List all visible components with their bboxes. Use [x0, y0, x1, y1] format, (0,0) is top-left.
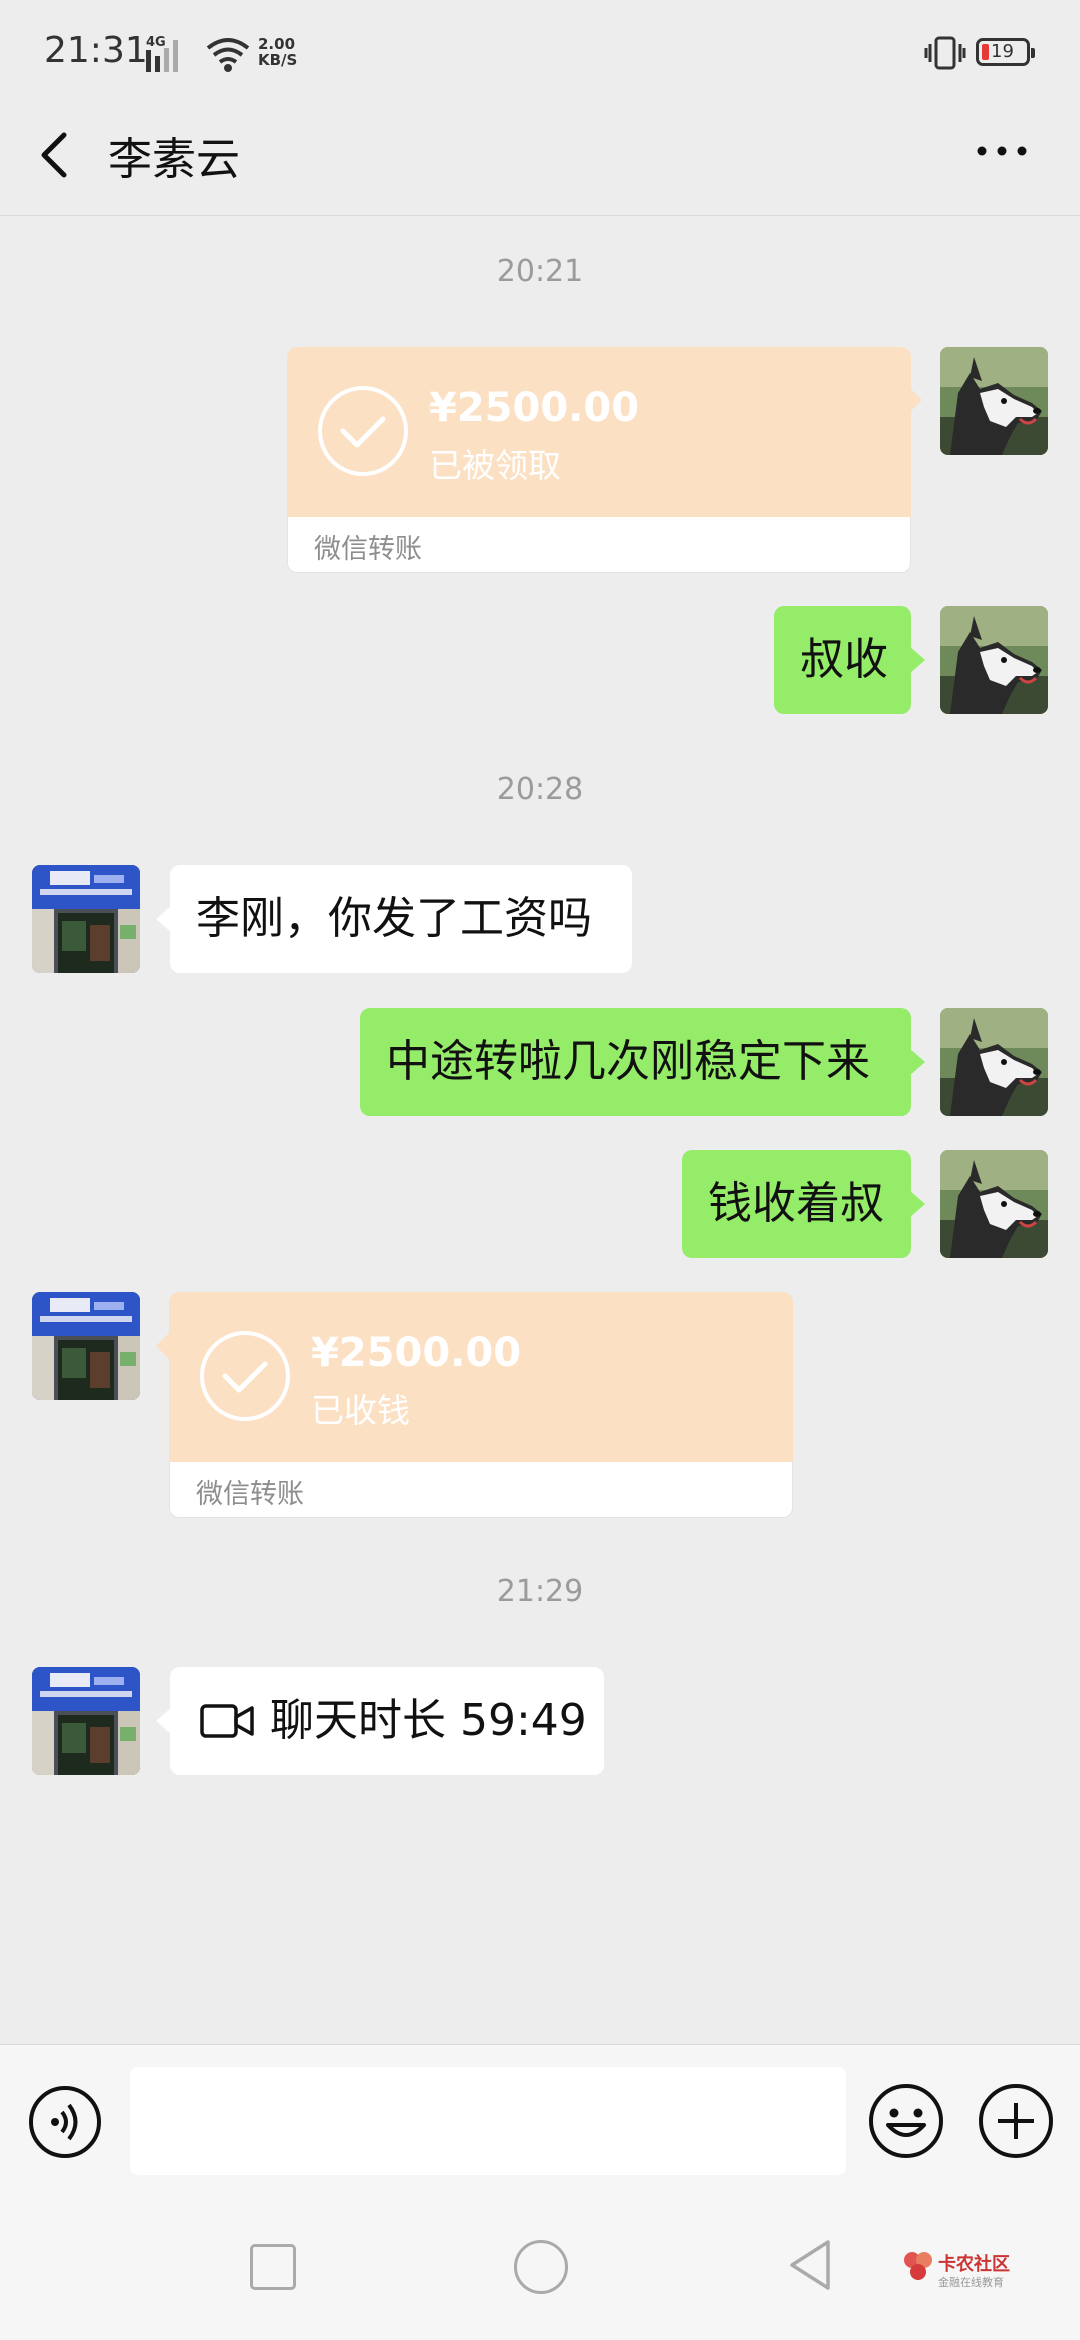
transfer-amount: ¥2500.00 [311, 1330, 522, 1376]
message-bubble-sent[interactable]: 叔收 [774, 606, 925, 714]
message-bubble-received[interactable]: 李刚，你发了工资吗 [156, 865, 632, 973]
transfer-card[interactable]: ¥2500.00 已被领取 微信转账 [287, 347, 911, 573]
system-nav-bar: 卡农社区 金融在线教育 [0, 2194, 1080, 2340]
input-bar [0, 2044, 1080, 2195]
avatar[interactable] [940, 1008, 1048, 1116]
network-type-label: 4G [146, 35, 166, 50]
video-camera-icon [200, 1704, 254, 1738]
status-bar: 21:31 4G 2.00 KB/S 19 [0, 0, 1080, 105]
avatar[interactable] [32, 865, 140, 973]
emoji-icon[interactable] [868, 2083, 944, 2159]
call-duration: 聊天时长 59:49 [270, 1695, 587, 1746]
network-speed: 2.00 KB/S [258, 36, 297, 68]
chat-title: 李素云 [108, 134, 240, 185]
bubble-tail [906, 384, 922, 416]
voice-icon[interactable] [28, 2085, 102, 2159]
watermark-logo-icon [904, 2252, 932, 2280]
transfer-card[interactable]: ¥2500.00 已收钱 微信转账 [169, 1292, 793, 1518]
more-dots-icon[interactable] [976, 141, 1028, 161]
status-time: 21:31 [44, 30, 148, 71]
check-circle-icon [199, 1330, 291, 1422]
check-circle-icon [317, 385, 409, 477]
battery-icon: 19 [976, 38, 1035, 66]
transfer-footer-label: 微信转账 [196, 1479, 304, 1510]
back-triangle-icon[interactable] [786, 2238, 834, 2292]
signal-icon: 4G [146, 35, 250, 72]
transfer-card-body: ¥2500.00 已收钱 [169, 1292, 793, 1462]
avatar[interactable] [32, 1667, 140, 1775]
video-call-record[interactable]: 聊天时长 59:49 [156, 1667, 604, 1775]
avatar[interactable] [32, 1292, 140, 1400]
message-bubble-sent[interactable]: 钱收着叔 [682, 1150, 925, 1258]
vibrate-icon [924, 36, 966, 70]
chevron-left-icon[interactable] [34, 125, 74, 185]
message-input[interactable] [130, 2067, 846, 2175]
message-timestamp: 20:28 [496, 772, 584, 807]
transfer-amount: ¥2500.00 [429, 385, 640, 431]
avatar[interactable] [940, 606, 1048, 714]
transfer-card-footer: 微信转账 [287, 517, 911, 573]
home-button[interactable] [514, 2240, 568, 2294]
recent-apps-button[interactable] [250, 2244, 296, 2290]
transfer-card-footer: 微信转账 [169, 1462, 793, 1518]
watermark-title: 卡农社区 [938, 2254, 1010, 2275]
message-timestamp: 21:29 [496, 1574, 584, 1609]
speed-value: 2.00 [258, 35, 296, 53]
plus-icon[interactable] [978, 2083, 1054, 2159]
transfer-status: 已被领取 [429, 446, 561, 485]
avatar[interactable] [940, 1150, 1048, 1258]
battery-level: 19 [991, 41, 1014, 62]
avatar[interactable] [940, 347, 1048, 455]
speed-unit: KB/S [258, 51, 298, 69]
message-timestamp: 20:21 [496, 254, 584, 289]
watermark-subtitle: 金融在线教育 [938, 2276, 1004, 2289]
chat-header: 李素云 [0, 105, 1080, 216]
transfer-card-body: ¥2500.00 已被领取 [287, 347, 911, 517]
transfer-footer-label: 微信转账 [314, 534, 422, 565]
transfer-status: 已收钱 [311, 1391, 410, 1430]
wifi-icon [206, 38, 250, 72]
message-bubble-sent[interactable]: 中途转啦几次刚稳定下来 [360, 1008, 925, 1116]
